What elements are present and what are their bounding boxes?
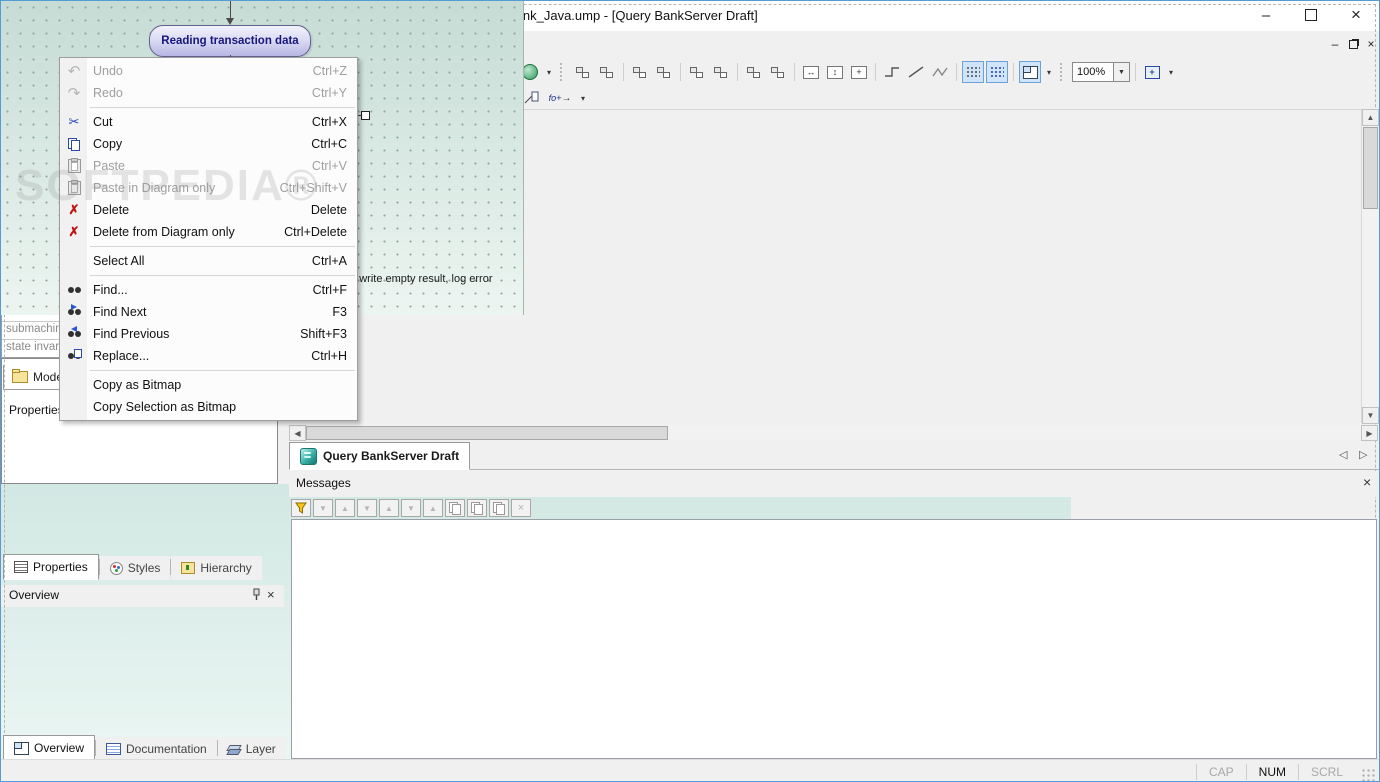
next-tab-icon: ▷ bbox=[1359, 449, 1368, 461]
down-arrow-icon: ▼ bbox=[319, 503, 327, 513]
copy-icon bbox=[60, 138, 88, 151]
menu-item-find[interactable]: Find... Ctrl+F bbox=[60, 279, 357, 301]
tab-label: Layer bbox=[245, 742, 276, 756]
overview-tab-strip: Overview Documentation Layer bbox=[3, 735, 286, 761]
close-icon: × bbox=[1363, 474, 1372, 490]
scroll-thumb[interactable] bbox=[1363, 127, 1378, 209]
prev-tab-icon: ◁ bbox=[1339, 449, 1348, 461]
copy-icon bbox=[449, 502, 461, 515]
menu-item-find-next[interactable]: Find Next F3 bbox=[60, 301, 357, 323]
scroll-down-icon: ▼ bbox=[1366, 411, 1375, 420]
tab-label: Documentation bbox=[126, 742, 207, 756]
umodel-window: Altova UModel - C:\Users\softp\Documents… bbox=[0, 0, 1380, 782]
resize-grip[interactable] bbox=[1361, 767, 1375, 781]
copy-icon bbox=[471, 502, 483, 515]
num-lock-indicator: NUM bbox=[1258, 764, 1286, 779]
menu-item-copy-as-bitmap[interactable]: Copy as Bitmap bbox=[60, 374, 357, 396]
menu-item-redo: ↷ Redo Ctrl+Y bbox=[60, 82, 357, 104]
edit-menu-dropdown: ↶ Undo Ctrl+Z ↷ Redo Ctrl+Y ✂ Cut Ctrl+X Copy C… bbox=[59, 57, 358, 421]
up-arrow-icon: ▲ bbox=[429, 503, 437, 513]
next-info-button[interactable]: ▼ bbox=[401, 499, 421, 517]
next-warning-button[interactable]: ▼ bbox=[357, 499, 377, 517]
undo-icon: ↶ bbox=[67, 63, 81, 80]
prev-diagram-button[interactable]: ◁ bbox=[1339, 448, 1347, 461]
copy-all-icon bbox=[493, 502, 505, 515]
clear-messages-button[interactable]: × bbox=[511, 499, 531, 517]
menu-item-paste: Paste Ctrl+V bbox=[60, 155, 357, 177]
find-previous-icon bbox=[60, 325, 88, 338]
up-arrow-icon: ▲ bbox=[341, 503, 349, 513]
diagram-vscrollbar[interactable]: ▲ ▼ bbox=[1361, 109, 1379, 424]
statemachine-diagram-icon bbox=[300, 447, 317, 465]
find-icon bbox=[60, 286, 88, 294]
paste-icon bbox=[60, 158, 88, 173]
menu-item-find-previous[interactable]: Find Previous Shift+F3 bbox=[60, 323, 357, 345]
menu-separator bbox=[90, 246, 355, 247]
layer-icon bbox=[228, 744, 241, 755]
messages-close-button[interactable]: × bbox=[1363, 474, 1371, 490]
messages-panel-header: Messages × bbox=[289, 471, 1379, 497]
filter-button[interactable] bbox=[291, 499, 311, 517]
delete-icon: ✗ bbox=[68, 202, 80, 217]
caps-lock-indicator: CAP bbox=[1208, 764, 1234, 779]
menu-item-select-all[interactable]: Select All Ctrl+A bbox=[60, 250, 357, 272]
scroll-right-icon: ▶ bbox=[1366, 428, 1373, 438]
copy-line-button[interactable] bbox=[445, 499, 465, 517]
clear-icon: × bbox=[517, 502, 525, 514]
menu-item-copy-selection-as-bitmap[interactable]: Copy Selection as Bitmap bbox=[60, 396, 357, 418]
menu-separator bbox=[90, 275, 355, 276]
copy-all-button[interactable] bbox=[489, 499, 509, 517]
documentation-icon bbox=[106, 743, 122, 755]
prev-info-button[interactable]: ▲ bbox=[423, 499, 443, 517]
scroll-up-button[interactable]: ▲ bbox=[1362, 109, 1379, 126]
copy-message-button[interactable] bbox=[467, 499, 487, 517]
diagram-hscrollbar[interactable]: ◀ ▶ bbox=[289, 425, 1378, 441]
overview-icon bbox=[14, 741, 29, 755]
scroll-down-button[interactable]: ▼ bbox=[1362, 407, 1379, 424]
menu-separator bbox=[90, 107, 355, 108]
tab-label: Overview bbox=[34, 741, 85, 755]
down-arrow-icon: ▼ bbox=[407, 503, 415, 513]
next-diagram-button[interactable]: ▷ bbox=[1359, 448, 1367, 461]
scroll-left-button[interactable]: ◀ bbox=[289, 425, 306, 441]
scroll-lock-indicator: SCRL bbox=[1310, 764, 1343, 779]
messages-content[interactable] bbox=[291, 519, 1377, 759]
prev-warning-button[interactable]: ▲ bbox=[379, 499, 399, 517]
scroll-up-icon: ▲ bbox=[1366, 113, 1375, 122]
scroll-left-icon: ◀ bbox=[294, 428, 301, 438]
paste-diagram-icon bbox=[60, 180, 88, 195]
replace-icon bbox=[60, 348, 88, 360]
tab-layer[interactable]: Layer bbox=[217, 737, 286, 761]
delete-from-diagram-icon: ✗ bbox=[68, 224, 80, 239]
next-error-button[interactable]: ▼ bbox=[313, 499, 333, 517]
tab-query-bankserver-draft[interactable]: Query BankServer Draft bbox=[289, 442, 471, 470]
menu-item-undo: ↶ Undo Ctrl+Z bbox=[60, 60, 357, 82]
messages-toolbar: ▼ ▲ ▼ ▲ ▼ ▲ × bbox=[291, 499, 531, 517]
find-next-icon bbox=[60, 303, 88, 316]
menu-item-cut[interactable]: ✂ Cut Ctrl+X bbox=[60, 111, 357, 133]
down-arrow-icon: ▼ bbox=[363, 503, 371, 513]
scroll-thumb[interactable] bbox=[306, 426, 668, 440]
funnel-icon bbox=[295, 502, 307, 514]
status-bar: CAP NUM SCRL bbox=[1, 759, 1379, 781]
tab-label: Query BankServer Draft bbox=[323, 449, 460, 463]
redo-icon: ↷ bbox=[67, 85, 81, 102]
prev-error-button[interactable]: ▲ bbox=[335, 499, 355, 517]
scroll-right-button[interactable]: ▶ bbox=[1361, 425, 1378, 441]
menu-item-copy[interactable]: Copy Ctrl+C bbox=[60, 133, 357, 155]
up-arrow-icon: ▲ bbox=[385, 503, 393, 513]
messages-panel-title: Messages bbox=[296, 476, 351, 490]
tab-overview[interactable]: Overview bbox=[3, 735, 96, 761]
menu-separator bbox=[90, 370, 355, 371]
cut-icon: ✂ bbox=[68, 114, 80, 129]
tab-documentation[interactable]: Documentation bbox=[96, 737, 217, 761]
menu-item-delete[interactable]: ✗ Delete Delete bbox=[60, 199, 357, 221]
menu-item-delete-from-diagram-only[interactable]: ✗ Delete from Diagram only Ctrl+Delete bbox=[60, 221, 357, 243]
menu-item-paste-in-diagram-only: Paste in Diagram only Ctrl+Shift+V bbox=[60, 177, 357, 199]
menu-item-replace[interactable]: Replace... Ctrl+H bbox=[60, 345, 357, 367]
